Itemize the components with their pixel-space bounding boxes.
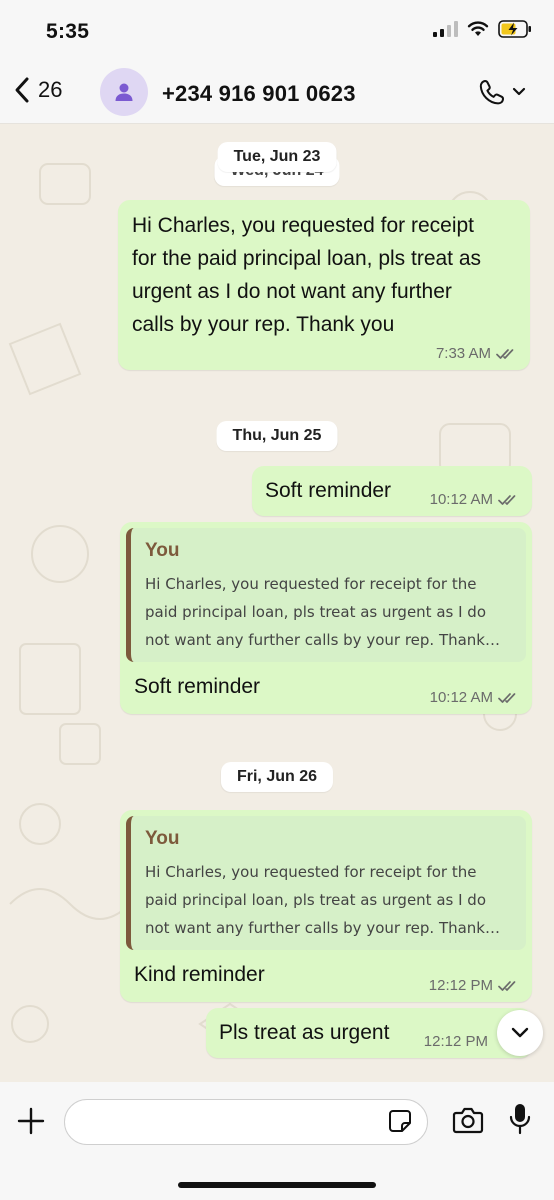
wifi-icon bbox=[467, 21, 489, 36]
message-meta: 12:12 PM bbox=[424, 1033, 488, 1050]
double-check-icon bbox=[498, 494, 516, 505]
date-separator: Tue, Jun 23 bbox=[217, 142, 337, 172]
quote-author: You bbox=[145, 540, 180, 561]
message-bubble[interactable]: Hi Charles, you requested for receipt fo… bbox=[118, 200, 530, 370]
message-bubble[interactable]: Soft reminder 10:12 AM bbox=[252, 466, 532, 516]
message-bubble[interactable]: Pls treat as urgent 12:12 PM bbox=[206, 1008, 532, 1058]
message-time: 10:12 AM bbox=[429, 491, 493, 508]
chevron-down-icon bbox=[511, 1027, 529, 1038]
double-check-icon bbox=[498, 980, 516, 991]
chevron-down-icon bbox=[512, 87, 526, 96]
message-time: 10:12 AM bbox=[429, 689, 493, 706]
microphone-button[interactable] bbox=[508, 1102, 532, 1141]
date-separator: Thu, Jun 25 bbox=[216, 421, 338, 451]
quote-author: You bbox=[145, 828, 180, 849]
status-icons bbox=[432, 20, 532, 38]
message-text: Pls treat as urgent bbox=[219, 1021, 390, 1044]
reply-message-bubble[interactable]: You Hi Charles, you requested for receip… bbox=[120, 810, 532, 1002]
composer-bar bbox=[0, 1082, 554, 1200]
quote-text: Hi Charles, you requested for receipt fo… bbox=[145, 575, 500, 649]
message-input[interactable] bbox=[64, 1099, 428, 1145]
date-separator: Fri, Jun 26 bbox=[220, 762, 334, 792]
chat-header: 26 +234 916 901 0623 bbox=[0, 64, 554, 124]
camera-icon bbox=[452, 1107, 484, 1134]
double-check-icon bbox=[498, 692, 516, 703]
back-button[interactable]: 26 bbox=[14, 76, 62, 104]
double-check-icon bbox=[496, 348, 514, 359]
message-time: 7:33 AM bbox=[435, 345, 491, 362]
message-text: Hi Charles, you requested for receipt fo… bbox=[132, 214, 482, 336]
message-text: Soft reminder bbox=[265, 479, 392, 502]
message-meta: 12:12 PM bbox=[429, 977, 520, 994]
quote-text: Hi Charles, you requested for receipt fo… bbox=[145, 863, 500, 937]
quoted-message[interactable]: You Hi Charles, you requested for receip… bbox=[126, 816, 526, 950]
home-indicator bbox=[178, 1182, 376, 1188]
phone-icon bbox=[479, 80, 505, 105]
message-time: 12:12 PM bbox=[423, 1033, 488, 1050]
message-text: Kind reminder bbox=[134, 963, 265, 986]
camera-button[interactable] bbox=[452, 1106, 484, 1139]
message-time: 12:12 PM bbox=[428, 977, 493, 994]
user-icon bbox=[115, 83, 133, 101]
message-meta: 7:33 AM bbox=[436, 345, 518, 362]
plus-icon bbox=[17, 1107, 45, 1135]
attach-button[interactable] bbox=[16, 1106, 46, 1141]
contact-name[interactable]: +234 916 901 0623 bbox=[162, 81, 356, 107]
message-meta: 10:12 AM bbox=[430, 689, 520, 706]
signal-icon bbox=[433, 21, 458, 37]
reply-message-bubble[interactable]: You Hi Charles, you requested for receip… bbox=[120, 522, 532, 714]
back-chevron-icon bbox=[15, 77, 29, 103]
status-bar: 5:35 bbox=[0, 0, 554, 64]
battery-charging-icon bbox=[498, 20, 531, 38]
sticker-icon bbox=[389, 1110, 411, 1132]
sticker-button[interactable] bbox=[388, 1109, 412, 1138]
scroll-to-bottom-button[interactable] bbox=[497, 1010, 543, 1056]
chat-area[interactable]: Wed, Jun 24 Tue, Jun 23 Hi Charles, you … bbox=[0, 124, 554, 1082]
avatar[interactable] bbox=[100, 68, 148, 116]
status-time: 5:35 bbox=[46, 20, 90, 43]
message-text: Soft reminder bbox=[134, 675, 261, 698]
call-button[interactable] bbox=[478, 78, 526, 106]
unread-count: 26 bbox=[38, 77, 63, 102]
microphone-icon bbox=[509, 1104, 531, 1135]
quoted-message[interactable]: You Hi Charles, you requested for receip… bbox=[126, 528, 526, 662]
message-meta: 10:12 AM bbox=[430, 491, 520, 508]
